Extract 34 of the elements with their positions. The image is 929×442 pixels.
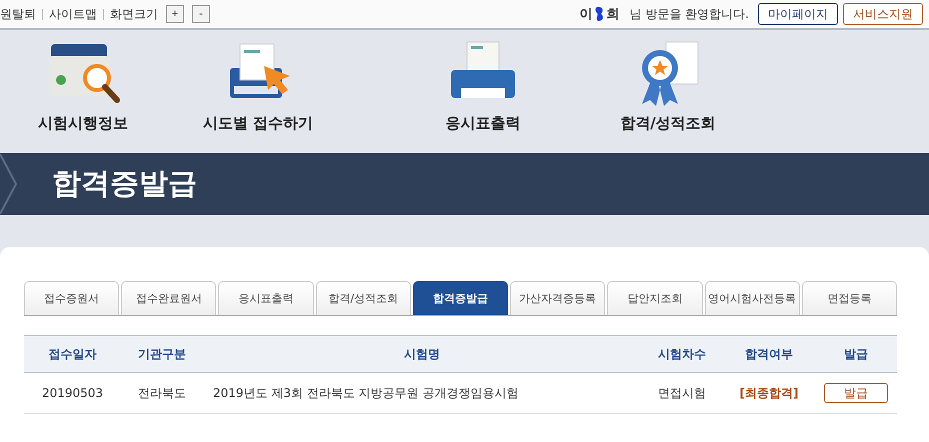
header-button[interactable]: 서비스지원 xyxy=(843,3,923,25)
tab[interactable]: 접수증원서 xyxy=(24,281,120,315)
font-size-button[interactable]: + xyxy=(166,5,184,23)
table-cell: 2019년도 제3회 전라북도 지방공무원 공개경쟁임용시험 xyxy=(203,372,641,414)
welcome-text: 님 방문을 환영합니다. xyxy=(630,6,749,22)
table-cell: 면접시험 xyxy=(641,372,723,414)
column-header: 발급 xyxy=(815,336,897,372)
redaction-mark-icon xyxy=(594,6,605,22)
tab[interactable]: 접수완료원서 xyxy=(121,281,216,315)
result-cell: [최종합격] xyxy=(723,372,815,414)
tab[interactable]: 면접등록 xyxy=(802,281,897,315)
user-name: 이 xyxy=(580,6,593,23)
font-size-label: 화면크기 xyxy=(110,6,158,22)
column-header: 시험차수 xyxy=(641,336,723,372)
top-link[interactable]: 사이트맵 xyxy=(49,6,97,22)
issue-button[interactable]: 발급 xyxy=(824,383,888,403)
page-title: 합격증발급 xyxy=(52,165,197,202)
tab[interactable]: 합격/성적조회 xyxy=(316,281,411,315)
column-header: 접수일자 xyxy=(24,336,121,372)
column-header: 기관구분 xyxy=(121,336,203,372)
header-button[interactable]: 마이페이지 xyxy=(758,3,838,25)
tab[interactable]: 가산자격증등록 xyxy=(510,281,606,315)
chevron-icon xyxy=(0,154,18,214)
tab[interactable]: 응시표출력 xyxy=(218,281,314,315)
tab[interactable]: 답안지조회 xyxy=(607,281,703,315)
font-size-button[interactable]: - xyxy=(192,5,210,23)
table-cell: 20190503 xyxy=(24,372,121,414)
table-cell: 전라북도 xyxy=(121,372,203,414)
tab[interactable]: 영어시험사전등록 xyxy=(704,281,800,315)
column-header: 합격여부 xyxy=(723,336,815,372)
column-header: 시험명 xyxy=(203,336,641,372)
tab[interactable]: 합격증발급 xyxy=(412,281,508,315)
user-name: 희 xyxy=(606,6,620,23)
top-link[interactable]: 원탈퇴 xyxy=(0,6,36,22)
